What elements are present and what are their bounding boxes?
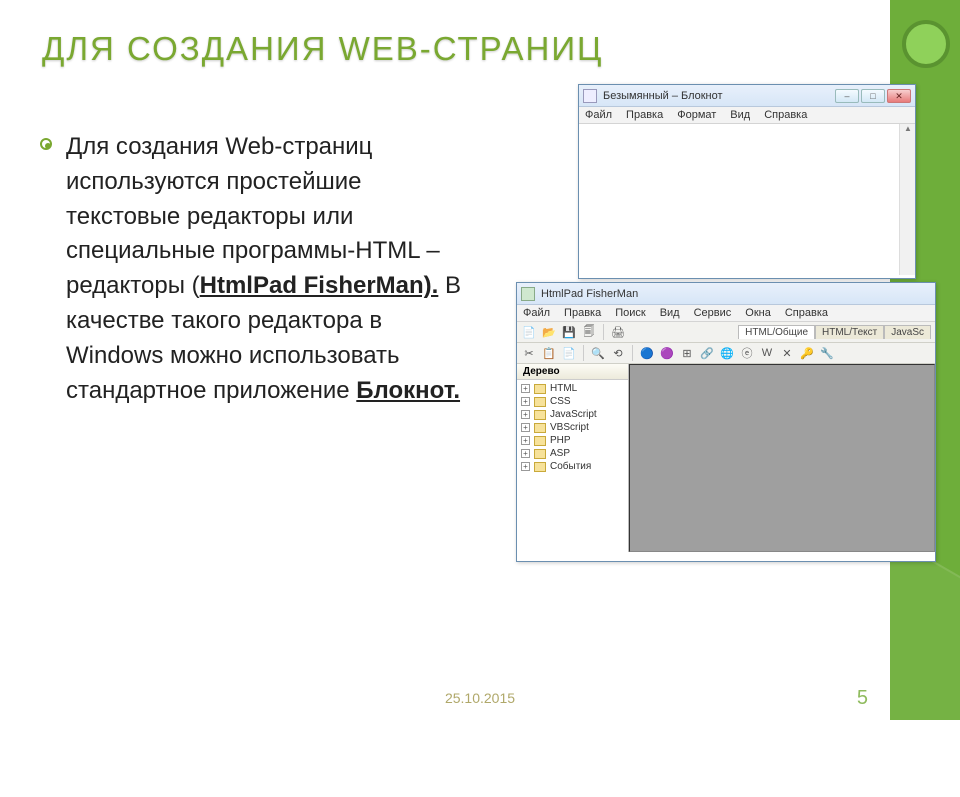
menu-item[interactable]: Вид <box>730 109 750 121</box>
separator <box>583 345 584 361</box>
menu-item[interactable]: Формат <box>677 109 716 121</box>
wrench-icon[interactable]: 🔧 <box>819 345 835 361</box>
save-icon[interactable]: 💾 <box>561 324 577 340</box>
cut-icon[interactable]: ✂ <box>521 345 537 361</box>
expand-icon[interactable]: + <box>521 423 530 432</box>
find-icon[interactable]: 🔍 <box>590 345 606 361</box>
undo-icon[interactable]: ⟲ <box>610 345 626 361</box>
menu-item[interactable]: Файл <box>523 307 550 319</box>
menu-item[interactable]: Правка <box>564 307 601 319</box>
notepad-menubar: Файл Правка Формат Вид Справка <box>579 107 915 124</box>
word-icon[interactable]: W <box>759 345 775 361</box>
tab-javascript[interactable]: JavaSc <box>884 325 931 339</box>
new-file-icon[interactable]: 📄 <box>521 324 537 340</box>
folder-icon <box>534 449 546 459</box>
menu-item[interactable]: Окна <box>745 307 771 319</box>
tree-list: +HTML +CSS +JavaScript +VBScript +PHP +A… <box>517 380 628 475</box>
htmlpad-titlebar[interactable]: HtmlPad FisherMan <box>517 283 935 305</box>
folder-icon <box>534 410 546 420</box>
htmlpad-window: HtmlPad FisherMan Файл Правка Поиск Вид … <box>516 282 936 562</box>
open-file-icon[interactable]: 📂 <box>541 324 557 340</box>
x-icon[interactable]: ✕ <box>779 345 795 361</box>
menu-item[interactable]: Сервис <box>694 307 732 319</box>
htmlpad-tabs: HTML/Общие HTML/Текст JavaSc <box>738 325 931 339</box>
htmlpad-toolbar-1: 📄 📂 💾 🗐 🖨 HTML/Общие HTML/Текст JavaSc <box>517 322 935 343</box>
menu-item[interactable]: Правка <box>626 109 663 121</box>
slide-body: Для создания Web-страниц используются пр… <box>42 130 482 408</box>
slide-date: 25.10.2015 <box>0 690 960 706</box>
paste-icon[interactable]: 📄 <box>561 345 577 361</box>
bullet-icon <box>40 138 52 150</box>
tree-item-vbscript[interactable]: +VBScript <box>521 421 624 434</box>
notepad-window: Безымянный – Блокнот – □ ✕ Файл Правка Ф… <box>578 84 916 279</box>
folder-icon <box>534 384 546 394</box>
tree-header: Дерево <box>517 364 628 380</box>
expand-icon[interactable]: + <box>521 462 530 471</box>
body-emph-1: HtmlPad FisherMan). <box>200 272 439 299</box>
notepad-title: Безымянный – Блокнот <box>603 90 829 102</box>
expand-icon[interactable]: + <box>521 384 530 393</box>
tree-item-events[interactable]: +События <box>521 460 624 473</box>
menu-item[interactable]: Поиск <box>615 307 645 319</box>
tab-html-general[interactable]: HTML/Общие <box>738 325 815 339</box>
tree-item-js[interactable]: +JavaScript <box>521 408 624 421</box>
tool-icon[interactable]: 🟣 <box>659 345 675 361</box>
key-icon[interactable]: 🔑 <box>799 345 815 361</box>
tree-item-css[interactable]: +CSS <box>521 395 624 408</box>
save-all-icon[interactable]: 🗐 <box>581 324 597 340</box>
htmlpad-editor[interactable] <box>629 364 935 552</box>
ie-icon[interactable]: ⓔ <box>739 345 755 361</box>
menu-item[interactable]: Справка <box>785 307 828 319</box>
expand-icon[interactable]: + <box>521 410 530 419</box>
tree-item-php[interactable]: +PHP <box>521 434 624 447</box>
expand-icon[interactable]: + <box>521 397 530 406</box>
slide-title: Для создания web-страниц <box>0 0 960 68</box>
notepad-icon <box>583 89 597 103</box>
scrollbar[interactable] <box>899 124 915 275</box>
tab-html-text[interactable]: HTML/Текст <box>815 325 884 339</box>
globe-icon[interactable]: 🌐 <box>719 345 735 361</box>
htmlpad-title: HtmlPad FisherMan <box>541 288 931 300</box>
notepad-editor[interactable] <box>579 124 915 275</box>
expand-icon[interactable]: + <box>521 436 530 445</box>
copy-icon[interactable]: 📋 <box>541 345 557 361</box>
htmlpad-menubar: Файл Правка Поиск Вид Сервис Окна Справк… <box>517 305 935 322</box>
separator <box>632 345 633 361</box>
folder-icon <box>534 436 546 446</box>
menu-item[interactable]: Вид <box>660 307 680 319</box>
separator <box>603 324 604 340</box>
folder-icon <box>534 462 546 472</box>
notepad-titlebar[interactable]: Безымянный – Блокнот – □ ✕ <box>579 85 915 107</box>
link-icon[interactable]: 🔗 <box>699 345 715 361</box>
slide-number: 5 <box>857 687 868 710</box>
minimize-button[interactable]: – <box>835 89 859 103</box>
folder-icon <box>534 423 546 433</box>
htmlpad-icon <box>521 287 535 301</box>
expand-icon[interactable]: + <box>521 449 530 458</box>
tool-icon[interactable]: 🔵 <box>639 345 655 361</box>
htmlpad-toolbar-2: ✂ 📋 📄 🔍 ⟲ 🔵 🟣 ⊞ 🔗 🌐 ⓔ W ✕ 🔑 🔧 <box>517 343 935 364</box>
folder-icon <box>534 397 546 407</box>
table-icon[interactable]: ⊞ <box>679 345 695 361</box>
body-emph-2: Блокнот. <box>356 377 460 404</box>
htmlpad-body: Дерево +HTML +CSS +JavaScript +VBScript … <box>517 364 935 552</box>
tree-item-html[interactable]: +HTML <box>521 382 624 395</box>
tree-pane: Дерево +HTML +CSS +JavaScript +VBScript … <box>517 364 629 552</box>
menu-item[interactable]: Файл <box>585 109 612 121</box>
print-icon[interactable]: 🖨 <box>610 324 626 340</box>
tree-item-asp[interactable]: +ASP <box>521 447 624 460</box>
close-button[interactable]: ✕ <box>887 89 911 103</box>
maximize-button[interactable]: □ <box>861 89 885 103</box>
menu-item[interactable]: Справка <box>764 109 807 121</box>
